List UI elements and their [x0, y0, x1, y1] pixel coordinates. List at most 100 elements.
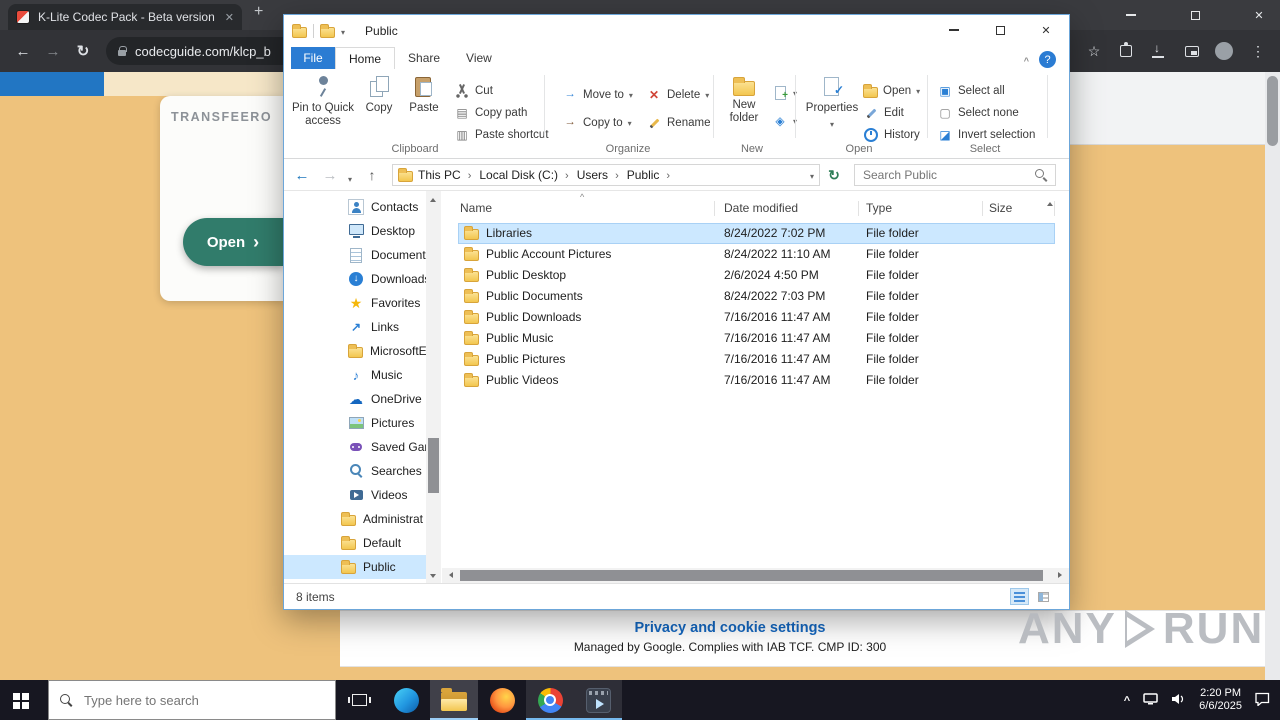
- column-header-name[interactable]: Name: [460, 201, 492, 215]
- window-maximize-button[interactable]: [977, 15, 1023, 45]
- sidebar-item-onedrive[interactable]: OneDrive: [284, 387, 426, 411]
- taskbar-search-box[interactable]: [48, 680, 336, 720]
- copy-button[interactable]: Copy: [358, 73, 400, 149]
- breadcrumb-item-local-disk[interactable]: Local Disk (C:): [476, 168, 571, 182]
- sidebar-item-links[interactable]: Links: [284, 315, 426, 339]
- tab-share[interactable]: Share: [395, 47, 453, 69]
- window-close-button[interactable]: [1023, 15, 1069, 45]
- profile-avatar[interactable]: [1212, 39, 1236, 63]
- taskbar-file-explorer[interactable]: [430, 680, 478, 720]
- breadcrumb[interactable]: This PC Local Disk (C:) Users Public: [392, 164, 820, 186]
- quick-access-toolbar-icon[interactable]: [320, 23, 335, 38]
- scroll-left-icon[interactable]: [446, 572, 453, 578]
- easy-access-button[interactable]: [772, 111, 797, 131]
- explorer-search-box[interactable]: [854, 164, 1056, 186]
- breadcrumb-item-this-pc[interactable]: This PC: [415, 168, 474, 182]
- browser-tab[interactable]: K-Lite Codec Pack - Beta version: [8, 4, 242, 30]
- paste-button[interactable]: Paste: [401, 73, 447, 149]
- sidebar-item-pictures[interactable]: Pictures: [284, 411, 426, 435]
- task-view-button[interactable]: [336, 680, 382, 720]
- breadcrumb-item-users[interactable]: Users: [574, 168, 622, 182]
- copy-path-button[interactable]: Copy path: [454, 103, 527, 123]
- address-dropdown-icon[interactable]: [810, 168, 814, 182]
- browser-forward-button[interactable]: [40, 38, 66, 64]
- qat-customize-icon[interactable]: [341, 24, 345, 38]
- refresh-icon[interactable]: [826, 167, 842, 183]
- sidebar-item-public[interactable]: Public: [284, 555, 426, 579]
- ribbon-collapse-icon[interactable]: [1024, 56, 1029, 66]
- sidebar-item-contacts[interactable]: Contacts: [284, 195, 426, 219]
- column-separator[interactable]: [982, 201, 983, 216]
- file-row-public-downloads[interactable]: Public Downloads 7/16/2016 11:47 AM File f…: [458, 307, 1055, 328]
- select-all-button[interactable]: Select all: [937, 81, 1005, 101]
- move-to-button[interactable]: Move to: [562, 85, 633, 105]
- tab-close-icon[interactable]: [225, 10, 234, 24]
- sidebar-item-downloads[interactable]: Downloads: [284, 267, 426, 291]
- sidebar-item-music[interactable]: Music: [284, 363, 426, 387]
- back-button[interactable]: [294, 167, 310, 183]
- rename-button[interactable]: Rename: [646, 113, 710, 133]
- sidebar-item-videos[interactable]: Videos: [284, 483, 426, 507]
- file-row-public-account-pictures[interactable]: Public Account Pictures 8/24/2022 11:10 A…: [458, 244, 1055, 265]
- taskbar-firefox[interactable]: [478, 680, 526, 720]
- large-icons-view-button[interactable]: [1034, 588, 1053, 605]
- list-scroll-up-icon[interactable]: [1047, 199, 1053, 206]
- sidebar-item-desktop[interactable]: Desktop: [284, 219, 426, 243]
- taskbar-edge[interactable]: [382, 680, 430, 720]
- file-row-libraries[interactable]: Libraries 8/24/2022 7:02 PM File folder: [458, 223, 1055, 244]
- scroll-up-icon[interactable]: [430, 195, 436, 202]
- help-icon[interactable]: [1039, 51, 1056, 68]
- sidebar-item-favorites[interactable]: Favorites: [284, 291, 426, 315]
- invert-selection-button[interactable]: Invert selection: [937, 125, 1035, 145]
- taskbar-search-input[interactable]: [82, 691, 324, 709]
- taskbar-chrome[interactable]: [526, 680, 574, 720]
- delete-button[interactable]: Delete: [646, 85, 709, 105]
- taskbar-clock[interactable]: 2:20 PM 6/6/2025: [1199, 687, 1242, 713]
- new-folder-button[interactable]: New folder: [718, 73, 770, 149]
- forward-button[interactable]: [322, 167, 338, 183]
- sidebar-item-default[interactable]: Default: [284, 531, 426, 555]
- horizontal-scrollbar-thumb[interactable]: [460, 570, 1043, 581]
- file-row-public-videos[interactable]: Public Videos 7/16/2016 11:47 AM File fold…: [458, 370, 1055, 391]
- browser-reload-button[interactable]: [70, 38, 96, 64]
- file-row-public-desktop[interactable]: Public Desktop 2/6/2024 4:50 PM File folde…: [458, 265, 1055, 286]
- action-center-icon[interactable]: [1255, 692, 1270, 709]
- media-panel-icon[interactable]: [1180, 39, 1204, 63]
- tab-file[interactable]: File: [291, 47, 335, 69]
- select-none-button[interactable]: Select none: [937, 103, 1019, 123]
- explorer-title-bar[interactable]: Public: [284, 15, 1069, 46]
- scroll-down-icon[interactable]: [430, 574, 436, 581]
- tab-view[interactable]: View: [453, 47, 505, 69]
- column-header-type[interactable]: Type: [866, 201, 892, 215]
- browser-minimize-button[interactable]: [1108, 0, 1154, 30]
- browser-menu-icon[interactable]: [1246, 39, 1270, 63]
- column-separator[interactable]: [714, 201, 715, 216]
- taskbar-media-player[interactable]: [574, 680, 622, 720]
- column-separator[interactable]: [1054, 201, 1055, 216]
- window-minimize-button[interactable]: [931, 15, 977, 45]
- sidebar-item-microsoftedge[interactable]: MicrosoftE: [284, 339, 426, 363]
- tab-home[interactable]: Home: [335, 47, 396, 69]
- browser-maximize-button[interactable]: [1172, 0, 1218, 30]
- new-item-button[interactable]: [772, 83, 797, 103]
- network-icon[interactable]: [1143, 692, 1158, 708]
- sidebar-item-administrator[interactable]: Administrat: [284, 507, 426, 531]
- sidebar-item-searches[interactable]: Searches: [284, 459, 426, 483]
- file-row-public-pictures[interactable]: Public Pictures 7/16/2016 11:47 AM File fo…: [458, 349, 1055, 370]
- sidebar-scrollbar-thumb[interactable]: [428, 438, 439, 493]
- column-header-size[interactable]: Size: [989, 201, 1012, 215]
- column-separator[interactable]: [858, 201, 859, 216]
- horizontal-scrollbar[interactable]: [442, 568, 1069, 583]
- start-button[interactable]: [0, 680, 48, 720]
- new-tab-button[interactable]: [254, 3, 263, 21]
- explorer-search-input[interactable]: [861, 167, 1029, 183]
- sidebar-item-documents[interactable]: Documents: [284, 243, 426, 267]
- cookie-settings-link[interactable]: Privacy and cookie settings: [340, 620, 1120, 636]
- volume-icon[interactable]: [1171, 693, 1186, 708]
- column-header-date[interactable]: Date modified: [724, 201, 798, 215]
- bookmark-icon[interactable]: [1082, 39, 1106, 63]
- browser-back-button[interactable]: [10, 38, 36, 64]
- extensions-icon[interactable]: [1114, 39, 1138, 63]
- ad-open-button[interactable]: Open: [183, 218, 283, 266]
- cut-button[interactable]: Cut: [454, 81, 493, 101]
